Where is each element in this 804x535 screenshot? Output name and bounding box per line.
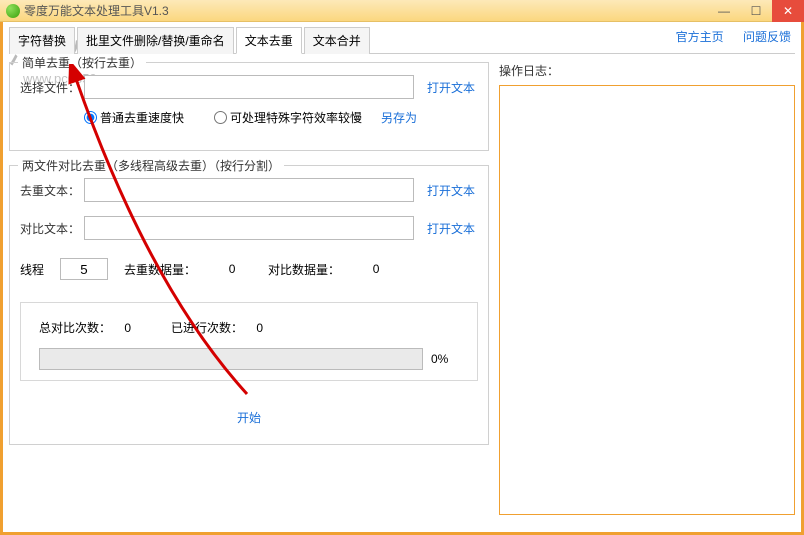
input-dedup-file[interactable] [84, 178, 414, 202]
label-select-file: 选择文件： [20, 79, 84, 96]
input-threads[interactable] [60, 258, 108, 280]
label-threads: 线程 [20, 261, 44, 278]
minimize-button[interactable]: — [708, 0, 740, 22]
group-compare-dedup: 两文件对比去重（多线程高级去重）（按行分割） 去重文本： 打开文本 对比文本： … [9, 165, 489, 445]
group-title-simple: 简单去重（按行去重） [18, 54, 146, 71]
maximize-button[interactable]: ☐ [740, 0, 772, 22]
label-dedup-count: 去重数据量： [124, 261, 196, 278]
tab-dedup[interactable]: 文本去重 [236, 27, 302, 54]
value-total: 0 [124, 321, 131, 335]
group-title-compare: 两文件对比去重（多线程高级去重）（按行分割） [18, 157, 284, 174]
radio-fast[interactable]: 普通去重速度快 [84, 109, 184, 126]
progress-bar [39, 348, 423, 370]
tab-char-replace[interactable]: 字符替换 [9, 27, 75, 54]
btn-open-dedup[interactable]: 打开文本 [424, 182, 478, 199]
window-title: 零度万能文本处理工具V1.3 [24, 2, 169, 19]
input-cmp-file[interactable] [84, 216, 414, 240]
link-feedback[interactable]: 问题反馈 [743, 30, 791, 44]
link-home[interactable]: 官方主页 [676, 30, 724, 44]
label-cmp-count: 对比数据量： [268, 261, 340, 278]
btn-saveas[interactable]: 另存为 [372, 109, 426, 126]
label-total: 总对比次数： [39, 321, 111, 335]
label-dedup-file: 去重文本： [20, 182, 84, 199]
log-area[interactable] [499, 85, 795, 515]
radio-special[interactable]: 可处理特殊字符效率较慢 [214, 109, 362, 126]
close-button[interactable]: ✕ [772, 0, 804, 22]
progress-panel: 总对比次数： 0 已进行次数： 0 0% [20, 302, 478, 381]
app-icon [6, 4, 20, 18]
btn-open-simple[interactable]: 打开文本 [424, 79, 478, 96]
value-cmp-count: 0 [356, 262, 396, 276]
tab-batch-file[interactable]: 批里文件删除/替换/重命名 [77, 27, 234, 54]
tab-merge[interactable]: 文本合并 [304, 27, 370, 54]
btn-open-cmp[interactable]: 打开文本 [424, 220, 478, 237]
input-select-file[interactable] [84, 75, 414, 99]
progress-pct: 0% [431, 352, 459, 366]
log-label: 操作日志： [499, 62, 795, 79]
start-button[interactable]: 开始 [225, 405, 273, 430]
value-dedup-count: 0 [212, 262, 252, 276]
value-done: 0 [256, 321, 263, 335]
label-done: 已进行次数： [171, 321, 243, 335]
label-cmp-file: 对比文本： [20, 220, 84, 237]
group-simple-dedup: 简单去重（按行去重） 选择文件： 打开文本 普通去重速度快 可处理特殊字符效率较… [9, 62, 489, 151]
